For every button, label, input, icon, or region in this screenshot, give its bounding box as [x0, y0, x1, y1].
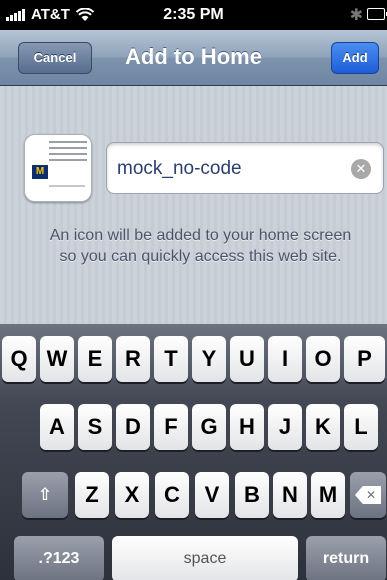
add-button[interactable]: Add: [331, 42, 379, 74]
key-s[interactable]: S: [78, 404, 112, 450]
page-title: Add to Home: [125, 44, 262, 69]
key-q[interactable]: Q: [2, 336, 36, 382]
key-z[interactable]: Z: [75, 472, 109, 518]
key-p[interactable]: P: [344, 336, 385, 382]
shortcut-name-value[interactable]: mock_no-code: [117, 158, 242, 180]
key-c[interactable]: C: [155, 472, 189, 518]
help-text-line-2: so you can quickly access this web site.: [59, 248, 342, 265]
key-w[interactable]: W: [40, 336, 74, 382]
shift-icon: ⇧: [37, 485, 53, 504]
key-b[interactable]: B: [235, 472, 269, 518]
key-m[interactable]: M: [311, 472, 345, 518]
key-y[interactable]: Y: [192, 336, 226, 382]
help-text: An icon will be added to your home scree…: [18, 225, 383, 267]
key-t[interactable]: T: [154, 336, 188, 382]
key-l[interactable]: L: [344, 404, 378, 450]
key-j[interactable]: J: [268, 404, 302, 450]
key-a[interactable]: A: [40, 404, 74, 450]
key-i[interactable]: I: [268, 336, 302, 382]
numbers-key[interactable]: .?123: [14, 536, 104, 580]
space-key[interactable]: space: [112, 536, 298, 580]
document-thumbnail-lines: [49, 141, 87, 165]
key-o[interactable]: O: [306, 336, 340, 382]
key-d[interactable]: D: [116, 404, 150, 450]
battery-icon: [367, 8, 387, 20]
key-n[interactable]: N: [273, 472, 307, 518]
key-x[interactable]: X: [115, 472, 149, 518]
key-r[interactable]: R: [116, 336, 150, 382]
return-key[interactable]: return: [306, 536, 386, 580]
key-k[interactable]: K: [306, 404, 340, 450]
key-u[interactable]: U: [230, 336, 264, 382]
delete-icon: ✕: [355, 486, 381, 504]
key-e[interactable]: E: [78, 336, 112, 382]
shortcut-name-field[interactable]: mock_no-code ✕: [106, 142, 384, 194]
shift-key[interactable]: ⇧: [22, 472, 68, 518]
help-text-line-1: An icon will be added to your home scree…: [49, 227, 352, 244]
navigation-bar: Cancel Add to Home Add: [0, 30, 387, 86]
webclip-icon: M: [24, 134, 92, 202]
bluetooth-icon: ✱: [349, 7, 363, 24]
clear-text-icon[interactable]: ✕: [351, 159, 371, 179]
delete-key[interactable]: ✕: [350, 472, 386, 518]
status-bar: AT&T 2:35 PM ✱: [0, 0, 387, 30]
document-thumbnail-footer: [49, 185, 85, 187]
key-g[interactable]: G: [192, 404, 226, 450]
university-logo-icon: M: [32, 165, 48, 179]
keyboard: Q W E R T Y U I O P A S D F G H J K L ⇧ …: [0, 324, 387, 580]
key-v[interactable]: V: [195, 472, 229, 518]
clock: 2:35 PM: [163, 6, 224, 23]
key-f[interactable]: F: [154, 404, 188, 450]
key-h[interactable]: H: [230, 404, 264, 450]
add-to-home-panel: M mock_no-code ✕ An icon will be added t…: [0, 86, 387, 324]
